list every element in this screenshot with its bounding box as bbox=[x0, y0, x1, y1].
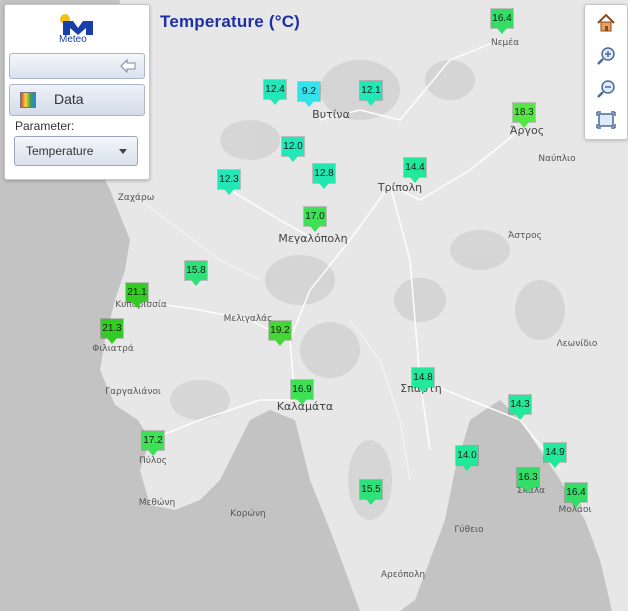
station-marker[interactable]: 12.4 bbox=[264, 80, 286, 105]
logo-text: Meteo bbox=[59, 34, 87, 45]
parameter-select-value: Temperature bbox=[26, 144, 94, 158]
station-marker[interactable]: 12.1 bbox=[360, 81, 382, 106]
place-label: Άστρος bbox=[508, 231, 542, 241]
map-title: Temperature (°C) bbox=[160, 12, 301, 31]
zoom-out-button[interactable] bbox=[594, 77, 618, 101]
station-marker[interactable]: 14.0 bbox=[456, 446, 478, 471]
station-marker[interactable]: 19.2 bbox=[269, 321, 291, 346]
place-label: Ζαχάρω bbox=[117, 193, 155, 203]
place-label: Μελιγαλάς bbox=[223, 314, 273, 324]
station-marker[interactable]: 9.2 bbox=[298, 82, 320, 107]
station-marker[interactable]: 18.3 bbox=[513, 103, 535, 128]
meteo-logo bbox=[60, 14, 93, 35]
back-arrow-icon bbox=[120, 58, 136, 77]
fit-extent-icon bbox=[596, 111, 616, 129]
map-toolbar bbox=[584, 4, 628, 140]
station-marker[interactable]: 15.5 bbox=[360, 480, 382, 505]
station-marker[interactable]: 14.4 bbox=[404, 158, 426, 183]
place-label: Φιλιατρά bbox=[92, 344, 134, 354]
place-label: Νεμέα bbox=[490, 38, 520, 48]
station-marker[interactable]: 14.3 bbox=[509, 395, 531, 420]
station-marker[interactable]: 14.9 bbox=[544, 443, 566, 468]
zoom-in-icon bbox=[597, 47, 615, 65]
station-marker[interactable]: 12.8 bbox=[313, 164, 335, 189]
data-button[interactable]: Data bbox=[9, 84, 145, 116]
place-label: Γύθειο bbox=[454, 525, 484, 535]
station-marker[interactable]: 12.3 bbox=[218, 170, 240, 195]
chevron-down-icon bbox=[119, 149, 127, 154]
home-button[interactable] bbox=[594, 11, 618, 35]
zoom-in-button[interactable] bbox=[594, 44, 618, 68]
data-button-label: Data bbox=[54, 91, 84, 107]
place-label: Γαργαλιάνοι bbox=[105, 387, 161, 397]
place-label: Μεγαλόπολη bbox=[278, 232, 348, 245]
home-icon bbox=[597, 13, 615, 32]
parameter-label: Parameter: bbox=[15, 119, 75, 133]
station-marker[interactable]: 16.4 bbox=[565, 483, 587, 508]
place-label: Μεθώνη bbox=[138, 498, 176, 508]
station-marker[interactable]: 14.8 bbox=[412, 368, 434, 393]
place-label: Κορώνη bbox=[230, 509, 266, 519]
station-marker[interactable]: 21.3 bbox=[101, 319, 123, 344]
station-marker[interactable]: 16.4 bbox=[491, 9, 513, 34]
station-marker[interactable]: 15.8 bbox=[185, 261, 207, 286]
fit-extent-button[interactable] bbox=[594, 108, 618, 132]
place-label: Αρεόπολη bbox=[380, 570, 426, 580]
place-label: Πύλος bbox=[138, 456, 168, 466]
station-marker[interactable]: 12.0 bbox=[282, 137, 304, 162]
zoom-out-icon bbox=[597, 80, 615, 98]
parameter-select[interactable]: Temperature bbox=[14, 136, 138, 166]
place-label: Βυτίνα bbox=[312, 108, 350, 121]
station-marker[interactable]: 21.1 bbox=[126, 283, 148, 308]
station-marker[interactable]: 17.2 bbox=[142, 431, 164, 456]
place-label: Λεωνίδιο bbox=[556, 339, 598, 349]
control-panel: Meteo Data Parameter: Temperature bbox=[4, 4, 150, 180]
color-scale-icon bbox=[20, 92, 36, 108]
station-marker[interactable]: 16.3 bbox=[517, 468, 539, 493]
station-marker[interactable]: 16.9 bbox=[291, 380, 313, 405]
collapse-panel-button[interactable] bbox=[9, 53, 145, 79]
place-label: Ναύπλιο bbox=[538, 154, 576, 164]
station-marker[interactable]: 17.0 bbox=[304, 207, 326, 232]
